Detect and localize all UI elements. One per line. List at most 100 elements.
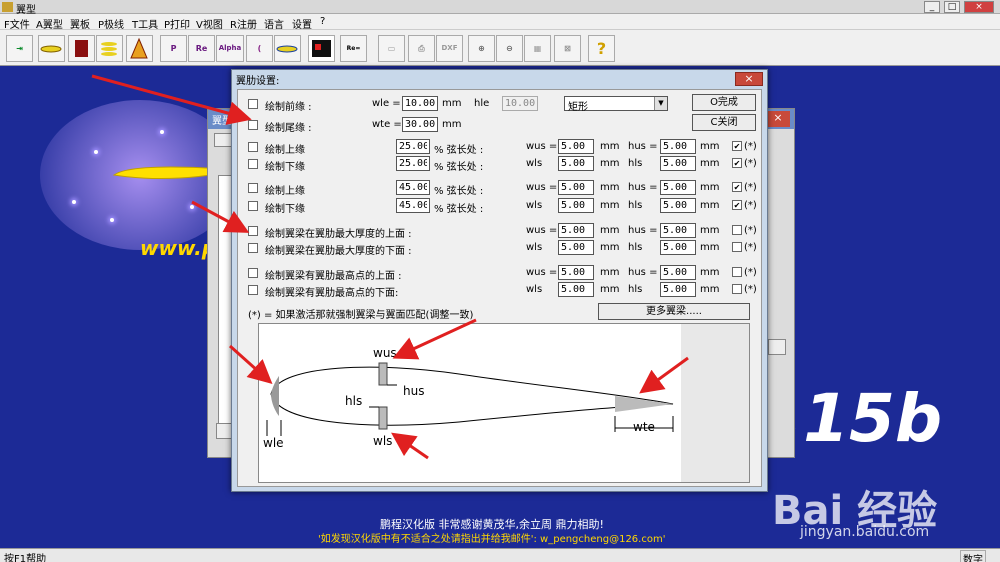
spar1-hls-input[interactable] (660, 156, 696, 171)
spar2-lower-forced-checkbox[interactable]: ✔ (732, 200, 742, 210)
spar1-wus-input[interactable] (558, 139, 594, 154)
spar2-hls-input[interactable] (660, 198, 696, 213)
side-button[interactable] (768, 339, 786, 355)
spar3-lower-forced-checkbox[interactable] (732, 242, 742, 252)
menu-airfoil[interactable]: A翼型 (36, 16, 63, 31)
spar4-upper-forced-checkbox[interactable] (732, 267, 742, 277)
dxf-button[interactable]: DXF (436, 35, 463, 62)
spar1-hus-input[interactable] (660, 139, 696, 154)
menu-print[interactable]: P打印 (164, 16, 190, 31)
spar4-wls-input[interactable] (558, 282, 594, 297)
wte-unit: mm (442, 119, 462, 130)
grid-icon[interactable]: ▦ (524, 35, 551, 62)
polar-re-button[interactable]: Re (188, 35, 215, 62)
spar3-wls-input[interactable] (558, 240, 594, 255)
spar2-upper-forced-checkbox[interactable]: ✔ (732, 182, 742, 192)
leading-edge-label: 绘制前缘 : (265, 102, 312, 113)
spar4-upper-checkbox[interactable] (248, 268, 258, 278)
close-button[interactable]: × (964, 1, 994, 13)
spar4-lower-checkbox[interactable] (248, 285, 258, 295)
ok-button[interactable]: O完成 (692, 94, 756, 111)
spar4-hls-input[interactable] (660, 282, 696, 297)
forced-note: (*) = 如果激活那就强制翼梁与翼面匹配(调整一致) (248, 310, 474, 321)
menu-tools[interactable]: T工具 (132, 16, 158, 31)
book-button[interactable] (68, 35, 95, 62)
calc-button[interactable]: Re= (340, 35, 367, 62)
help-icon[interactable]: ? (588, 35, 615, 62)
dialog-close-button[interactable]: × (735, 72, 763, 86)
forced-label: (*) (744, 242, 757, 253)
spar3-lower-checkbox[interactable] (248, 243, 258, 253)
dialog-title: 翼肋设置: (236, 76, 280, 87)
spar4-hus-input[interactable] (660, 265, 696, 280)
airfoil-window-close[interactable]: × (766, 111, 790, 127)
spar2-wus-input[interactable] (558, 180, 594, 195)
zoom-in-icon[interactable]: ⊕ (468, 35, 495, 62)
spar1-lower-pct-input[interactable] (396, 156, 430, 171)
spar1-lower-label: 绘制下缘 (265, 162, 305, 173)
trailing-edge-label: 绘制尾缘 : (265, 123, 312, 134)
more-spars-button[interactable]: 更多翼梁..... (598, 303, 750, 320)
tab-handle[interactable] (214, 133, 232, 147)
chart-button[interactable] (308, 35, 335, 62)
forced-label: (*) (744, 267, 757, 278)
spar2-upper-pct-input[interactable] (396, 180, 430, 195)
menu-panel[interactable]: 翼板 (70, 16, 90, 31)
rib-diagram: wus hus hls wls wle wte (258, 323, 750, 483)
spar2-hus-input[interactable] (660, 180, 696, 195)
diagram-hls-label: hls (345, 394, 363, 408)
maximize-button[interactable]: □ (944, 1, 960, 13)
hle-input[interactable] (502, 96, 538, 111)
spar2-lower-checkbox[interactable] (248, 201, 258, 211)
menu-help[interactable]: ? (320, 16, 325, 27)
spar3-upper-checkbox[interactable] (248, 226, 258, 236)
wing-button[interactable] (274, 35, 301, 62)
airfoil-button[interactable] (38, 35, 65, 62)
minimize-button[interactable]: _ (924, 1, 940, 13)
diagram-side-panel (681, 324, 749, 482)
menu-file[interactable]: F文件 (4, 16, 30, 31)
menu-polar[interactable]: P极线 (98, 16, 124, 31)
print-button[interactable]: ▭ (378, 35, 405, 62)
arc-button[interactable]: ( (246, 35, 273, 62)
leading-shape-select[interactable]: 矩形 ▼ (564, 96, 668, 113)
spar3-hus-input[interactable] (660, 223, 696, 238)
spar3-upper-forced-checkbox[interactable] (732, 225, 742, 235)
polar-p-button[interactable]: P (160, 35, 187, 62)
spar2-lower-pct-input[interactable] (396, 198, 430, 213)
spar2-upper-checkbox[interactable] (248, 183, 258, 193)
wte-input[interactable] (402, 117, 438, 132)
spar1-wls-input[interactable] (558, 156, 594, 171)
leading-edge-checkbox[interactable] (248, 99, 258, 109)
spar2-wls-input[interactable] (558, 198, 594, 213)
spar4-wus-input[interactable] (558, 265, 594, 280)
menu-settings[interactable]: 设置 (292, 16, 312, 31)
spar1-upper-checkbox[interactable] (248, 142, 258, 152)
star (72, 200, 76, 204)
printer-button[interactable]: ⎙ (408, 35, 435, 62)
trailing-edge-fill (615, 396, 673, 412)
hls-label: hls (628, 200, 643, 211)
menu-register[interactable]: R注册 (230, 16, 257, 31)
zoom-out-icon[interactable]: ⊖ (496, 35, 523, 62)
list-pane[interactable] (218, 175, 232, 435)
spar3-hls-input[interactable] (660, 240, 696, 255)
cancel-button[interactable]: C关闭 (692, 114, 756, 131)
tower-button[interactable] (126, 35, 153, 62)
trailing-edge-checkbox[interactable] (248, 120, 258, 130)
spar3-wus-input[interactable] (558, 223, 594, 238)
spar1-lower-checkbox[interactable] (248, 159, 258, 169)
wle-input[interactable] (402, 96, 438, 111)
spar1-upper-forced-checkbox[interactable]: ✔ (732, 141, 742, 151)
spar1-upper-pct-input[interactable] (396, 139, 430, 154)
menu-language[interactable]: 语言 (264, 16, 284, 31)
exit-button[interactable]: ⇥ (6, 35, 33, 62)
polar-alpha-button[interactable]: Alpha (216, 35, 244, 62)
spar1-lower-forced-checkbox[interactable]: ✔ (732, 158, 742, 168)
chevron-down-icon: ▼ (654, 97, 667, 110)
menu-view[interactable]: V视图 (196, 16, 223, 31)
spar4-lower-forced-checkbox[interactable] (732, 284, 742, 294)
stack-button[interactable] (96, 35, 123, 62)
wls-label: wls (526, 158, 543, 169)
cross-icon[interactable]: ⊠ (554, 35, 581, 62)
